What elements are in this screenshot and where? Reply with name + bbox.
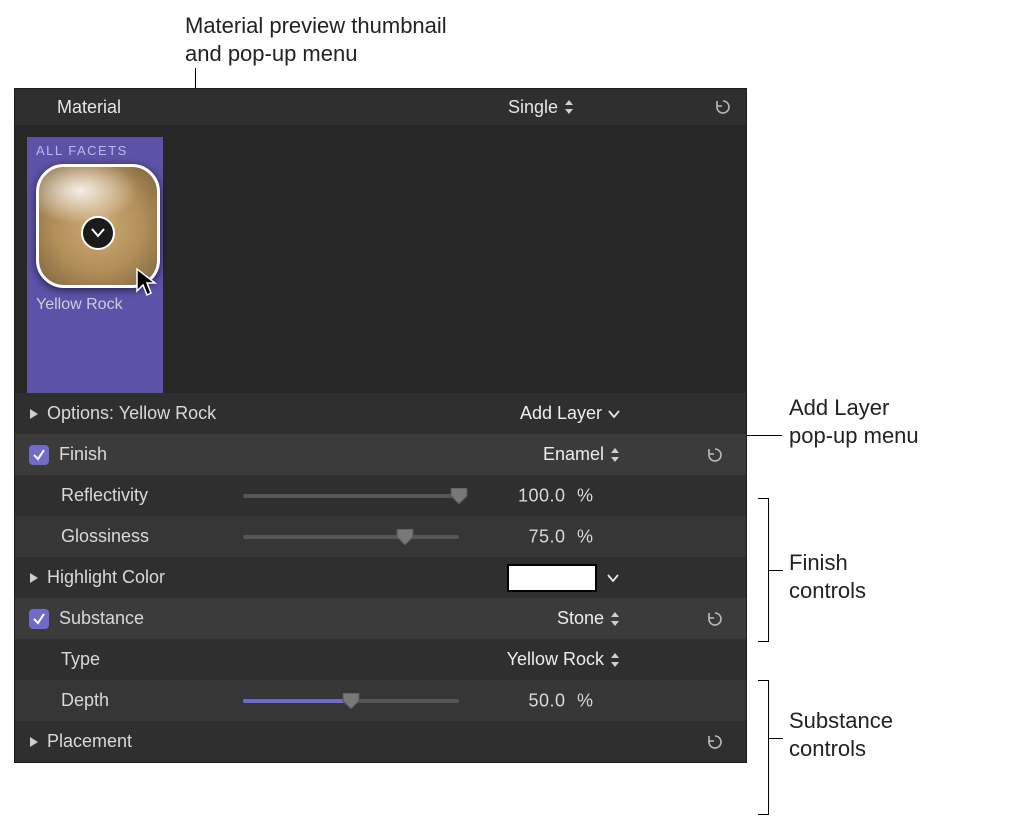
reflectivity-value-field[interactable]: 100.0 % — [495, 485, 605, 506]
reflectivity-label: Reflectivity — [61, 485, 148, 506]
undo-arrow-icon — [706, 446, 724, 464]
updown-arrows-icon — [610, 653, 620, 667]
reset-placement-button[interactable] — [706, 733, 724, 751]
bracket-finish-tick — [769, 570, 783, 571]
finish-header-row: Finish Enamel — [15, 434, 746, 475]
reflectivity-slider[interactable] — [243, 487, 459, 505]
cursor-icon — [135, 267, 159, 302]
substance-type-popup[interactable]: Stone — [557, 608, 620, 629]
glossiness-label: Glossiness — [61, 526, 149, 547]
disclosure-options[interactable] — [29, 408, 39, 420]
callout-add-layer: Add Layer pop-up menu — [789, 394, 919, 449]
slider-thumb-icon — [449, 488, 469, 504]
panel-title: Material — [57, 97, 121, 118]
callout-substance-controls: Substance controls — [789, 707, 893, 762]
bracket-substance-tick — [769, 738, 783, 739]
reset-button[interactable] — [714, 98, 732, 116]
glossiness-value: 75.0 — [528, 526, 565, 546]
glossiness-row: Glossiness 75.0 % — [15, 516, 746, 557]
updown-arrows-icon — [610, 448, 620, 462]
highlight-color-popup[interactable] — [607, 574, 619, 582]
chevron-down-icon — [608, 410, 620, 418]
disclosure-highlight-color[interactable] — [29, 572, 39, 584]
percent-unit: % — [577, 526, 605, 547]
depth-slider[interactable] — [243, 692, 459, 710]
substance-type-row: Type Yellow Rock — [15, 639, 746, 680]
substance-enable-checkbox[interactable] — [29, 609, 49, 629]
facet-tag: ALL FACETS — [36, 143, 154, 158]
options-label: Options: Yellow Rock — [47, 403, 216, 424]
highlight-color-row: Highlight Color — [15, 557, 746, 598]
highlight-color-label: Highlight Color — [47, 567, 165, 588]
placement-label: Placement — [47, 731, 132, 752]
glossiness-slider[interactable] — [243, 528, 459, 546]
finish-type-popup[interactable]: Enamel — [543, 444, 620, 465]
depth-value: 50.0 — [528, 690, 565, 710]
disclosure-placement[interactable] — [29, 736, 39, 748]
material-mode-label: Single — [508, 97, 558, 118]
bracket-substance — [758, 680, 769, 815]
chevron-down-icon — [91, 228, 105, 238]
slider-thumb-icon — [395, 529, 415, 545]
reflectivity-row: Reflectivity 100.0 % — [15, 475, 746, 516]
highlight-color-swatch[interactable] — [507, 564, 597, 592]
add-layer-label: Add Layer — [520, 403, 602, 424]
undo-arrow-icon — [706, 733, 724, 751]
updown-arrows-icon — [564, 100, 574, 114]
finish-type-value: Enamel — [543, 444, 604, 465]
slider-thumb-icon — [341, 693, 361, 709]
finish-label: Finish — [59, 444, 107, 465]
material-preview-strip: ALL FACETS Yellow Rock — [15, 125, 746, 393]
placement-row: Placement — [15, 721, 746, 762]
depth-row: Depth 50.0 % — [15, 680, 746, 721]
updown-arrows-icon — [610, 612, 620, 626]
depth-label: Depth — [61, 690, 109, 711]
material-popup-button[interactable] — [81, 216, 115, 250]
reflectivity-value: 100.0 — [518, 485, 566, 505]
substance-type-value-popup[interactable]: Yellow Rock — [507, 649, 620, 670]
glossiness-value-field[interactable]: 75.0 % — [495, 526, 605, 547]
substance-header-row: Substance Stone — [15, 598, 746, 639]
substance-type-label: Type — [61, 649, 100, 670]
depth-value-field[interactable]: 50.0 % — [495, 690, 605, 711]
substance-type-selected: Yellow Rock — [507, 649, 604, 670]
add-layer-popup[interactable]: Add Layer — [520, 403, 620, 424]
material-panel: Material Single ALL FACETS Ye — [14, 88, 747, 763]
substance-type-value: Stone — [557, 608, 604, 629]
substance-label: Substance — [59, 608, 144, 629]
callout-finish-controls: Finish controls — [789, 549, 866, 604]
finish-enable-checkbox[interactable] — [29, 445, 49, 465]
bracket-finish — [758, 498, 769, 642]
reset-substance-button[interactable] — [706, 610, 724, 628]
material-mode-popup[interactable]: Single — [508, 97, 574, 118]
percent-unit: % — [577, 690, 605, 711]
undo-arrow-icon — [706, 610, 724, 628]
options-row: Options: Yellow Rock Add Layer — [15, 393, 746, 434]
percent-unit: % — [577, 485, 605, 506]
undo-arrow-icon — [714, 98, 732, 116]
reset-finish-button[interactable] — [706, 446, 724, 464]
chevron-down-icon — [607, 574, 619, 582]
callout-thumbnail: Material preview thumbnail and pop-up me… — [185, 12, 447, 67]
panel-header: Material Single — [15, 89, 746, 125]
facet-card-all[interactable]: ALL FACETS Yellow Rock — [27, 137, 163, 393]
